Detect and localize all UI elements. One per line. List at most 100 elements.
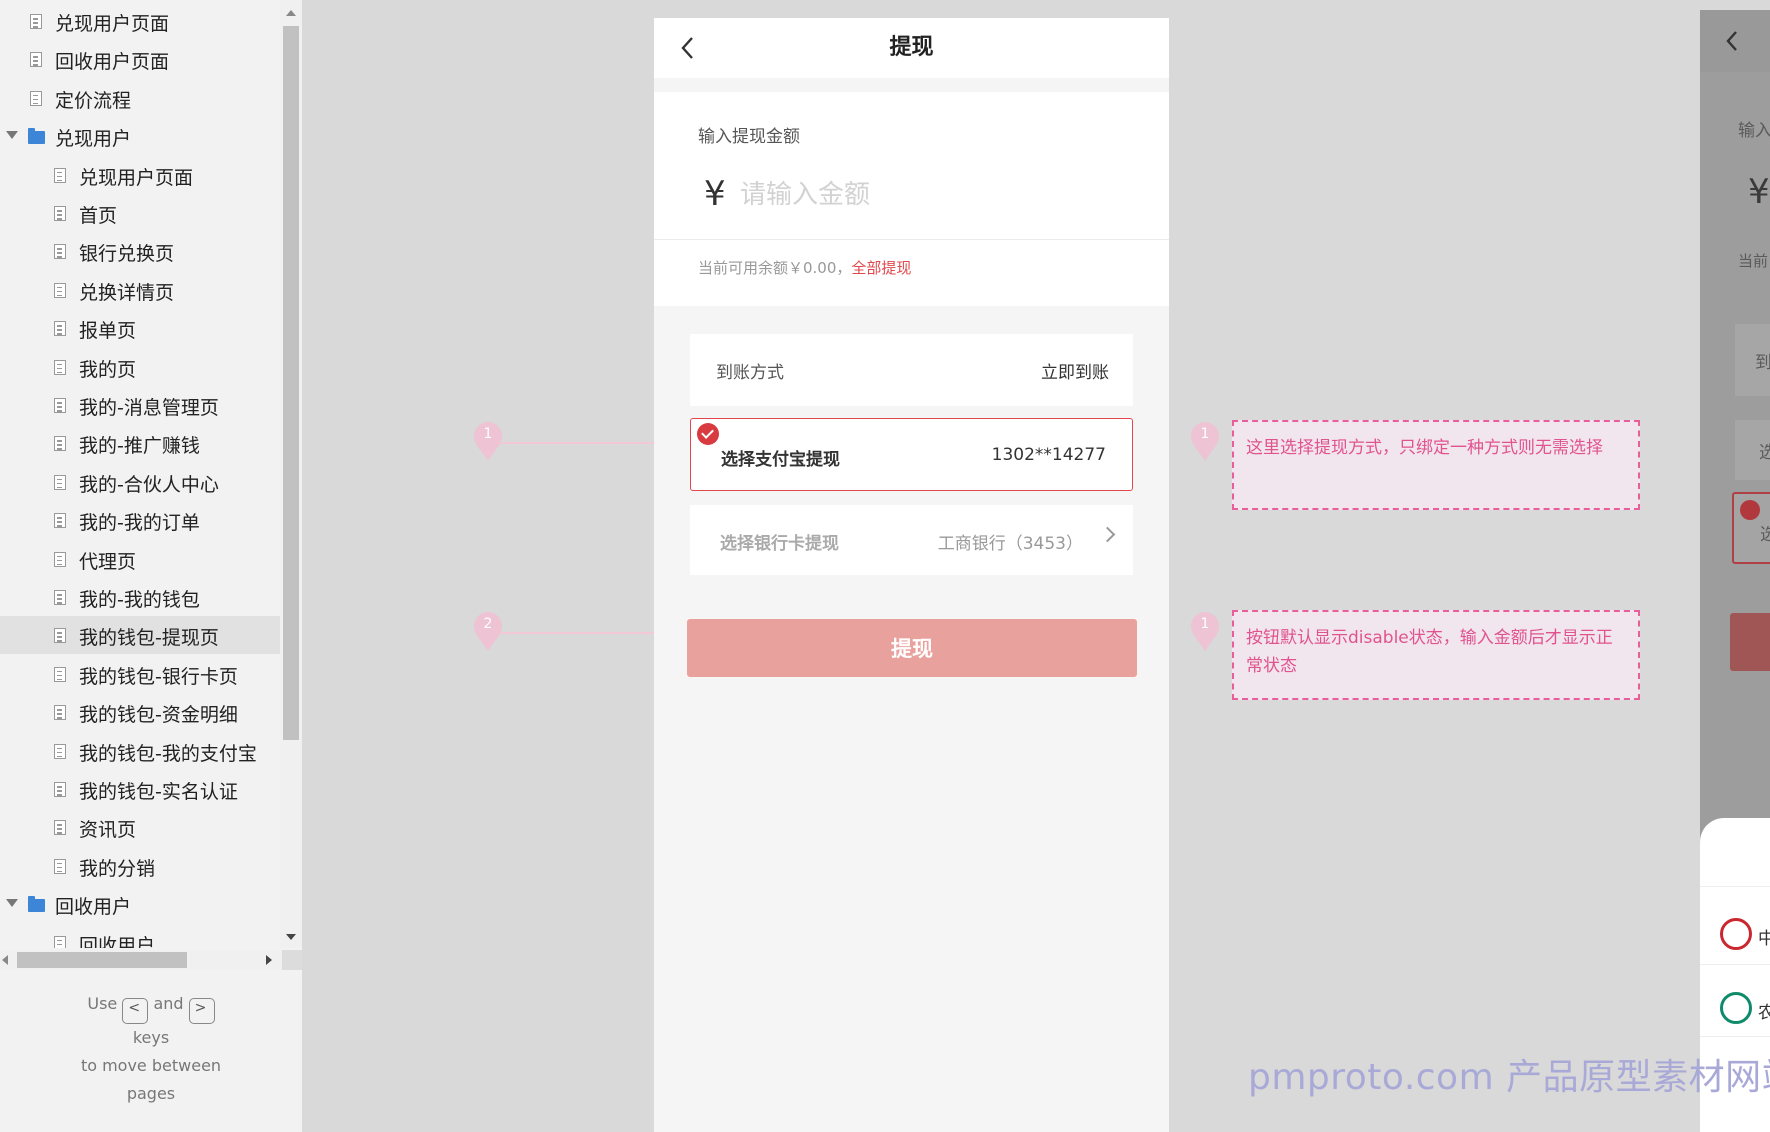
divider: [1700, 964, 1770, 965]
annotation-note-2: 按钮默认显示disable状态，输入金额后才显示正常状态: [1232, 610, 1640, 700]
page-title: 提现: [889, 35, 934, 60]
tree-page-item[interactable]: 我的-推广赚钱: [0, 424, 280, 462]
annotation-number: 1: [483, 426, 493, 442]
tree-page-item[interactable]: 我的-我的订单: [0, 501, 280, 539]
amount-input[interactable]: [740, 174, 1120, 216]
arrival-method-value: 立即到账: [1041, 363, 1109, 383]
tree-item-label: 代理页: [79, 550, 137, 573]
tree-item-label: 兑现用户页面: [79, 166, 194, 189]
arrival-method-label: 到账方式: [716, 363, 784, 383]
annotation-marker-2-left[interactable]: 2: [473, 612, 503, 652]
page-icon: [54, 513, 66, 529]
tree-page-item[interactable]: 兑换详情页: [0, 271, 280, 309]
vertical-scrollbar[interactable]: [280, 0, 302, 948]
alipay-account: 1302**14277: [991, 445, 1106, 465]
page-icon: [54, 590, 66, 605]
scrollbar-corner: [282, 950, 302, 970]
tree-item-label: 定价流程: [55, 89, 132, 112]
page-icon: [54, 666, 66, 682]
tree-item-label: 我的钱包-我的支付宝: [79, 742, 257, 765]
preview-selected-option: 选: [1732, 492, 1770, 564]
withdraw-button[interactable]: 提现: [687, 619, 1137, 677]
preview-amount-label: 输入: [1738, 121, 1770, 141]
chevron-left-icon: [1726, 31, 1737, 51]
tree-item-label: 兑现用户: [55, 128, 132, 151]
caret-down-icon[interactable]: [6, 131, 18, 140]
tree-page-item[interactable]: 首页: [0, 194, 280, 232]
tree-folder[interactable]: 回收用户: [0, 885, 280, 923]
tree-page-item[interactable]: 兑现用户页面: [0, 2, 280, 40]
page-icon: [54, 206, 66, 221]
scroll-right-arrow-icon[interactable]: [266, 955, 272, 965]
folder-icon: [28, 128, 45, 145]
bank-of-china-icon: [1720, 918, 1752, 950]
page-icon: [54, 244, 66, 260]
arrival-method-row: 到账方式 立即到账: [690, 334, 1133, 406]
annotation-number: 2: [483, 616, 493, 632]
tree-item-label: 兑换详情页: [79, 281, 175, 304]
divider: [1700, 886, 1770, 887]
tree-page-item[interactable]: 我的钱包-提现页: [0, 616, 280, 655]
tree-item-label: 首页: [79, 205, 118, 227]
annotation-note-1: 这里选择提现方式，只绑定一种方式则无需选择: [1232, 420, 1640, 510]
scroll-down-arrow-icon[interactable]: [286, 934, 296, 940]
vertical-scroll-thumb[interactable]: [283, 26, 299, 740]
annotation-marker-1b-right[interactable]: 1: [1190, 612, 1220, 652]
page-icon: [54, 551, 66, 567]
tree-page-item[interactable]: 资讯页: [0, 808, 280, 846]
scroll-up-arrow-icon[interactable]: [286, 10, 296, 16]
tree-page-item[interactable]: 代理页: [0, 540, 280, 578]
scroll-left-arrow-icon[interactable]: [2, 955, 8, 965]
tree-page-item[interactable]: 我的页: [0, 348, 280, 386]
watermark: pmproto.com 产品原型素材网站: [1248, 1057, 1770, 1098]
tree-item-label: 我的钱包-银行卡页: [79, 665, 238, 688]
chevron-right-icon: [1099, 526, 1116, 543]
tree-item-label: 我的-我的钱包: [79, 589, 200, 611]
horizontal-scroll-thumb[interactable]: [17, 952, 187, 968]
page-tree-sidebar: 兑现用户页面 回收用户页面 定价流程 兑现用户 兑现用户页面 首页 银行兑换页 兑换详情页 报单…: [0, 0, 302, 1132]
bank-name-1[interactable]: 中: [1758, 924, 1770, 949]
annotation-marker-1-left[interactable]: 1: [473, 422, 503, 462]
alipay-option[interactable]: 选择支付宝提现 1302**14277: [690, 418, 1133, 491]
tree-page-item[interactable]: 我的-消息管理页: [0, 386, 280, 424]
tree-page-item[interactable]: 回收用户页面: [0, 40, 280, 78]
tree-page-item[interactable]: 回收用户: [0, 924, 280, 948]
tree-page-item[interactable]: 兑现用户页面: [0, 156, 280, 194]
tree-item-label: 兑现用户页面: [55, 13, 170, 35]
horizontal-scrollbar[interactable]: [0, 950, 302, 970]
bank-card-value: 工商银行（3453）: [937, 534, 1083, 554]
caret-down-icon[interactable]: [6, 899, 18, 908]
page-icon: [30, 14, 42, 29]
tree-page-item[interactable]: 我的钱包-实名认证: [0, 770, 280, 808]
tree-page-item[interactable]: 报单页: [0, 309, 280, 347]
tree-page-item[interactable]: 银行兑换页: [0, 232, 280, 270]
tree-item-label: 报单页: [79, 320, 137, 343]
keys-help-keys: keys: [132, 1028, 170, 1047]
tree-page-item[interactable]: 我的钱包-银行卡页: [0, 655, 280, 693]
tree-page-item[interactable]: 我的钱包-资金明细: [0, 693, 280, 731]
page-icon: [54, 782, 66, 797]
annotation-number: 1: [1200, 616, 1210, 632]
annotation-marker-1-right[interactable]: 1: [1190, 422, 1220, 462]
page-icon: [54, 167, 66, 183]
tree-item-label: 资讯页: [79, 819, 137, 842]
tree-page-item[interactable]: 我的-合伙人中心: [0, 463, 280, 501]
bank-name-2[interactable]: 农: [1758, 998, 1770, 1023]
tree-page-item[interactable]: 我的分销: [0, 847, 280, 885]
preview-balance-text: 当前: [1738, 252, 1769, 270]
bank-card-option[interactable]: 选择银行卡提现 工商银行（3453）: [690, 505, 1133, 575]
tree-page-item[interactable]: 我的-我的钱包: [0, 578, 280, 616]
tree-page-item[interactable]: 我的钱包-我的支付宝: [0, 732, 280, 770]
page-tree: 兑现用户页面 回收用户页面 定价流程 兑现用户 兑现用户页面 首页 银行兑换页 兑换详情页 报单…: [0, 0, 280, 948]
page-icon: [54, 359, 66, 375]
preview-currency-symbol: ¥: [1748, 172, 1770, 212]
tree-item-label: 银行兑换页: [79, 243, 175, 266]
checkmark-icon: [1740, 500, 1760, 520]
tree-page-item[interactable]: 定价流程: [0, 79, 280, 117]
tree-folder[interactable]: 兑现用户: [0, 117, 280, 155]
keys-help-line2: to move between: [80, 1056, 222, 1075]
preview-option-label: 选: [1759, 443, 1770, 463]
tree-item-label: 我的-推广赚钱: [79, 435, 200, 458]
annotation-number: 1: [1200, 426, 1210, 442]
withdraw-all-link[interactable]: 全部提现: [851, 259, 911, 277]
